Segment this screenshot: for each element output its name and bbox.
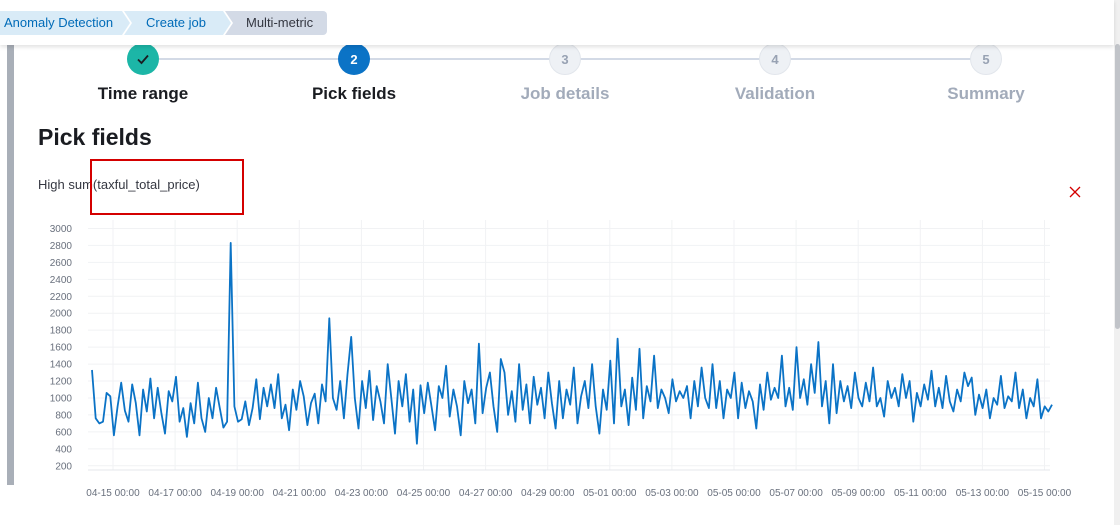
page-title: Pick fields bbox=[38, 124, 152, 150]
y-tick-label: 3000 bbox=[50, 224, 73, 235]
scrollbar-thumb[interactable] bbox=[1115, 44, 1120, 329]
breadcrumb-multi-metric: Multi-metric bbox=[225, 11, 327, 35]
step-number: 5 bbox=[982, 51, 990, 67]
step-4-title: Validation bbox=[734, 84, 816, 103]
y-tick-label: 2800 bbox=[50, 241, 73, 252]
step-4-indicator: 4 bbox=[759, 43, 791, 75]
y-tick-label: 2200 bbox=[50, 292, 73, 303]
step-1-indicator[interactable] bbox=[127, 43, 159, 75]
series-line bbox=[91, 241, 1053, 445]
y-tick-label: 2600 bbox=[50, 258, 73, 269]
breadcrumb-label: Anomaly Detection bbox=[4, 15, 114, 30]
breadcrumb-anomaly-detection[interactable]: Anomaly Detection bbox=[0, 11, 130, 35]
step-number: 4 bbox=[771, 51, 779, 67]
y-tick-label: 1800 bbox=[50, 326, 73, 337]
breadcrumb-create-job[interactable]: Create job bbox=[124, 11, 231, 35]
highlight-annotation-box bbox=[90, 159, 244, 215]
y-tick-label: 200 bbox=[55, 461, 72, 472]
y-tick-label: 2400 bbox=[50, 275, 73, 286]
y-tick-label: 1200 bbox=[50, 377, 73, 388]
x-tick-label: 04-27 00:00 bbox=[459, 488, 513, 499]
x-tick-label: 04-25 00:00 bbox=[397, 488, 451, 499]
x-tick-label: 04-21 00:00 bbox=[273, 488, 327, 499]
x-tick-label: 04-17 00:00 bbox=[148, 488, 202, 499]
remove-detector-button[interactable] bbox=[1067, 184, 1083, 200]
x-tick-label: 04-19 00:00 bbox=[211, 488, 265, 499]
x-tick-label: 05-01 00:00 bbox=[583, 488, 637, 499]
detector-chart: 200 400 600 800 1000 1200 1400 1600 1800 2000 2200… bbox=[50, 220, 1072, 499]
step-2-title[interactable]: Pick fields bbox=[274, 84, 434, 104]
x-tick-label: 04-29 00:00 bbox=[521, 488, 575, 499]
x-tick-label: 05-03 00:00 bbox=[645, 488, 699, 499]
x-tick-label: 05-13 00:00 bbox=[956, 488, 1010, 499]
x-tick-label: 04-23 00:00 bbox=[335, 488, 389, 499]
header-bar: Anomaly Detection Create job Multi-metri… bbox=[0, 0, 1114, 45]
x-tick-label: 05-15 00:00 bbox=[1018, 488, 1072, 499]
step-2-indicator[interactable]: 2 bbox=[338, 43, 370, 75]
x-tick-label: 04-15 00:00 bbox=[86, 488, 140, 499]
cross-icon bbox=[1069, 186, 1081, 198]
x-tick-label: 05-11 00:00 bbox=[894, 488, 947, 499]
check-icon bbox=[137, 54, 149, 65]
wizard-steps: Time range 2 Pick fields 3 Job details 4… bbox=[14, 43, 1114, 115]
y-tick-label: 1400 bbox=[50, 360, 73, 371]
step-5-title: Summary bbox=[947, 84, 1025, 103]
x-tick-label: 05-09 00:00 bbox=[832, 488, 886, 499]
y-tick-label: 1000 bbox=[50, 393, 73, 404]
breadcrumb-label: Multi-metric bbox=[246, 15, 314, 30]
y-tick-label: 400 bbox=[55, 444, 72, 455]
y-tick-label: 800 bbox=[55, 410, 72, 421]
step-3-indicator: 3 bbox=[549, 43, 581, 75]
x-tick-label: 05-05 00:00 bbox=[707, 488, 761, 499]
step-1-title[interactable]: Time range bbox=[63, 84, 223, 104]
breadcrumb: Anomaly Detection Create job Multi-metri… bbox=[0, 11, 327, 35]
step-5-indicator: 5 bbox=[970, 43, 1002, 75]
y-tick-label: 600 bbox=[55, 427, 72, 438]
breadcrumb-label: Create job bbox=[146, 15, 206, 30]
x-tick-label: 05-07 00:00 bbox=[769, 488, 823, 499]
step-3-title: Job details bbox=[520, 84, 610, 103]
step-number: 3 bbox=[561, 51, 569, 67]
y-tick-label: 1600 bbox=[50, 343, 73, 354]
y-tick-label: 2000 bbox=[50, 309, 73, 320]
step-number: 2 bbox=[350, 51, 358, 67]
